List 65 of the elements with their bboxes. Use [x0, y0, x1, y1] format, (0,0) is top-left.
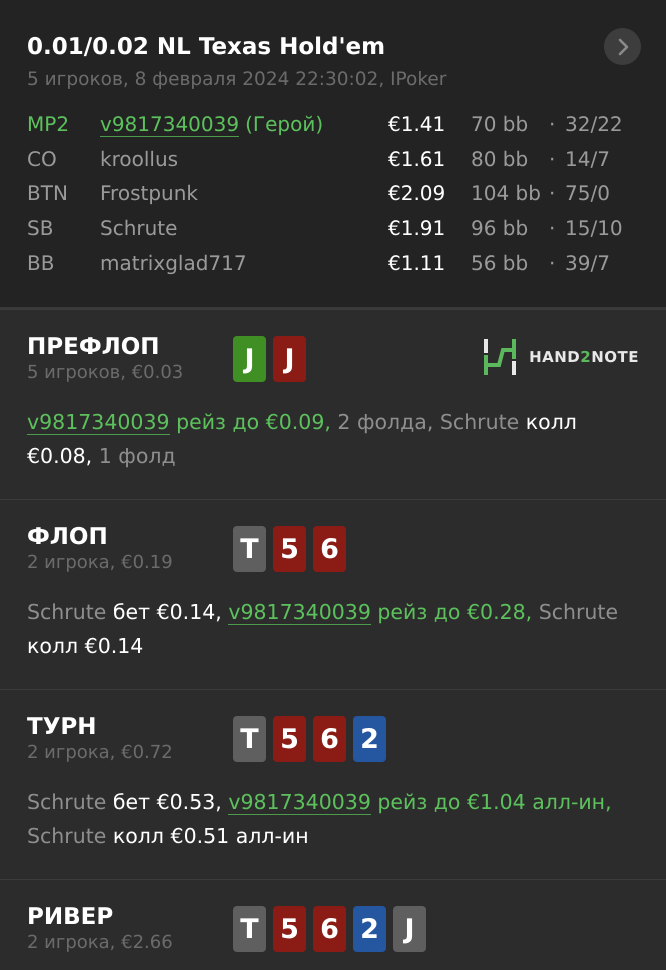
stack-bb: 104 bb	[471, 181, 542, 206]
street-info: 5 игроков, €0.03	[27, 362, 184, 384]
playing-card: T	[233, 716, 266, 762]
separator-dot: ·	[549, 146, 556, 171]
stack-bb: 96 bb	[471, 216, 530, 240]
action-line: Schrute бет €0.14, v9817340039 рейз до €0.28, Schrute колл €0.14	[27, 599, 620, 660]
playing-card: 6	[313, 526, 346, 572]
logo-text: HAND2NOTE	[529, 348, 639, 366]
stack-amount: €1.11	[388, 250, 446, 275]
separator-dot: ·	[549, 112, 556, 136]
stack-bb: 70 bb	[471, 112, 530, 136]
separator-dot: ·	[549, 181, 556, 206]
separator-dot: ·	[549, 216, 556, 240]
playing-card: J	[393, 906, 426, 952]
player-link[interactable]: v9817340039	[228, 600, 371, 626]
street-title: ПРЕФЛОП	[27, 334, 161, 360]
chevron-right-icon	[616, 38, 630, 56]
street-title: ФЛОП	[27, 524, 109, 550]
playing-card: 5	[273, 906, 306, 952]
next-button[interactable]	[604, 28, 641, 65]
player-stats: 75/0	[565, 181, 610, 206]
playing-card: 5	[273, 716, 306, 762]
player-name: Schrute	[100, 216, 178, 240]
street-title: ТУРН	[27, 714, 98, 740]
action-line: v9817340039 рейз до €0.09, 2 фолда, Schrute колл €0.08, 1 фолд	[27, 409, 578, 470]
logo-icon	[483, 338, 518, 376]
hero-label: (Герой)	[245, 112, 324, 136]
stack-amount: €2.09	[388, 181, 446, 206]
player-name: matrixglad717	[100, 250, 247, 275]
player-name: Frostpunk	[100, 181, 198, 206]
playing-card: J	[233, 336, 266, 382]
position-label: MP2	[27, 112, 70, 136]
stack-amount: €1.91	[388, 216, 446, 240]
player-stats: 15/10	[565, 216, 623, 240]
stack-amount: €1.41	[388, 112, 446, 136]
player-link[interactable]: v9817340039	[228, 790, 371, 816]
separator-dot: ·	[549, 250, 556, 275]
player-stats: 32/22	[565, 112, 623, 136]
playing-card: 5	[273, 526, 306, 572]
position-label: BB	[27, 250, 56, 275]
player-stats: 14/7	[565, 146, 610, 171]
street-info: 2 игрока, €0.72	[27, 742, 174, 764]
playing-card: 2	[353, 906, 386, 952]
street-info: 2 игрока, €0.19	[27, 552, 174, 574]
player-link[interactable]: v9817340039	[100, 112, 240, 137]
playing-card: 2	[353, 716, 386, 762]
stack-bb: 56 bb	[471, 250, 530, 275]
playing-card: T	[233, 526, 266, 572]
position-label: SB	[27, 216, 54, 240]
street-info: 2 игрока, €2.66	[27, 932, 174, 954]
position-label: BTN	[27, 181, 69, 206]
playing-card: T	[233, 906, 266, 952]
playing-card: 6	[313, 716, 346, 762]
position-label: CO	[27, 146, 58, 171]
street-title: РИВЕР	[27, 904, 114, 930]
player-link[interactable]: v9817340039	[27, 410, 170, 436]
hand-subtitle: 5 игроков, 8 февраля 2024 22:30:02, IPoker	[27, 69, 448, 90]
hand-title: 0.01/0.02 NL Texas Hold'em	[27, 34, 386, 60]
player-stats: 39/7	[565, 250, 610, 275]
playing-card: 6	[313, 906, 346, 952]
player-name: kroollus	[100, 146, 178, 171]
action-line: Schrute бет €0.53, v9817340039 рейз до €1.04 алл-ин, Schrute колл €0.51 алл-ин	[27, 789, 613, 850]
stack-bb: 80 bb	[471, 146, 530, 171]
stack-amount: €1.61	[388, 146, 446, 171]
playing-card: J	[273, 336, 306, 382]
